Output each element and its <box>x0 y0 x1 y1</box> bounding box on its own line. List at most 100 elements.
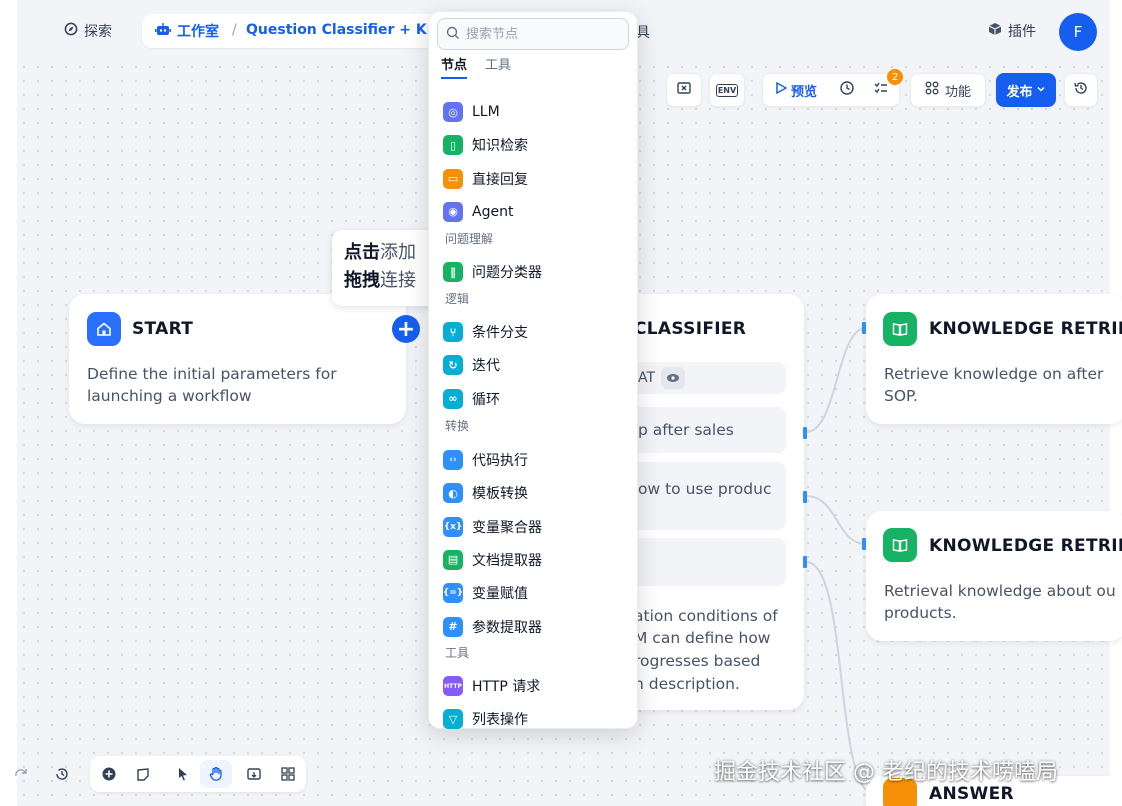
agent-icon: ◉ <box>443 201 463 222</box>
code-icon: ‹› <box>443 450 463 470</box>
knowledge-1-title: KNOWLEDGE RETRIE <box>929 319 1122 339</box>
features-button[interactable]: 功能 <box>910 73 986 107</box>
export-image-icon[interactable] <box>245 765 263 783</box>
checklist-icon[interactable] <box>873 80 889 100</box>
node-option-param-extractor[interactable]: # 参数提取器 <box>443 615 633 639</box>
version-history-button[interactable] <box>1064 73 1098 107</box>
param-extractor-icon: # <box>443 616 463 637</box>
node-option-label: 模板转换 <box>472 486 528 503</box>
preview-button[interactable]: 预览 <box>791 81 817 100</box>
organize-blocks-icon[interactable] <box>279 765 297 783</box>
list-op-icon: ▽ <box>443 709 463 730</box>
class-2-text: ow to use produc <box>638 480 772 498</box>
tooltip-click-bold: 点击 <box>344 242 380 263</box>
node-option-label: 条件分支 <box>472 325 528 341</box>
classifier-node-title: CLASSIFIER <box>634 319 747 339</box>
nav-plugins-label: 插件 <box>1008 24 1036 40</box>
class-1-handle[interactable] <box>803 427 807 439</box>
nav-plugins[interactable]: 插件 <box>988 20 1036 42</box>
search-box[interactable] <box>437 18 629 50</box>
nav-studio[interactable]: 工作室 <box>155 20 219 42</box>
node-option-assign[interactable]: {=} 变量赋值 <box>443 581 633 605</box>
knowledge-2-desc-line1: Retrieval knowledge about ou <box>884 582 1116 600</box>
class-2-handle[interactable] <box>803 491 807 503</box>
node-option-label: 列表操作 <box>472 712 528 729</box>
start-node-desc-line2: launching a workflow <box>87 387 252 405</box>
history-icon <box>1073 80 1089 100</box>
search-input[interactable] <box>466 26 616 42</box>
node-option-label: 文档提取器 <box>472 552 542 569</box>
iteration-icon: ↻ <box>443 355 463 376</box>
http-icon: HTTP <box>443 676 463 696</box>
eye-icon <box>661 367 686 389</box>
nav-tools-partial[interactable]: 具 <box>636 22 650 42</box>
node-option-classifier[interactable]: ∥ 问题分类器 <box>443 260 633 284</box>
node-option-http[interactable]: HTTP HTTP 请求 <box>443 674 633 698</box>
node-option-doc-extractor[interactable]: ▤ 文档提取器 <box>443 548 633 572</box>
knowledge-retrieval-node-1[interactable]: KNOWLEDGE RETRIE Retrieve knowledge on a… <box>866 294 1122 424</box>
node-option-template[interactable]: ◐ 模板转换 <box>443 481 633 505</box>
node-option-iteration[interactable]: ↻ 迭代 <box>443 353 633 377</box>
class-3-handle[interactable] <box>803 556 807 568</box>
node-option-knowledge[interactable]: ▯ 知识检索 <box>443 133 633 157</box>
env-label: ENV <box>715 83 739 97</box>
add-note-icon[interactable] <box>134 765 152 783</box>
loop-icon: ∞ <box>443 388 463 409</box>
checklist-count-badge: 2 <box>887 69 903 85</box>
branch-icon: ⑂ <box>443 322 463 342</box>
knowledge-2-desc-line2: products. <box>884 604 957 622</box>
variable-chip-label: AT <box>638 370 656 386</box>
breadcrumb-separator: / <box>232 22 237 38</box>
node-option-label: 参数提取器 <box>472 619 542 636</box>
node-option-branch[interactable]: ⑂ 条件分支 <box>443 320 633 344</box>
plus-icon: + <box>396 316 416 342</box>
group-heading-understanding: 问题理解 <box>445 232 494 246</box>
app-name-breadcrumb[interactable]: Question Classifier + Kn... <box>246 22 453 38</box>
node-option-code[interactable]: ‹› 代码执行 <box>443 448 633 472</box>
node-option-label: 变量赋值 <box>472 586 528 603</box>
tab-nodes[interactable]: 节点 <box>441 54 468 79</box>
group-heading-transform: 转换 <box>445 419 470 433</box>
classifier-desc-line3: rogresses based <box>634 652 761 670</box>
node-option-list-op[interactable]: ▽ 列表操作 <box>443 707 633 731</box>
env-button[interactable]: ENV <box>709 73 745 107</box>
nav-explore-label: 探索 <box>84 24 112 40</box>
cube-icon <box>988 22 1002 40</box>
knowledge-2-target-handle[interactable] <box>862 538 866 550</box>
knowledge-1-desc-line1: Retrieve knowledge on after <box>884 365 1104 383</box>
knowledge-retrieval-node-2[interactable]: KNOWLEDGE RETRIE Retrieval knowledge abo… <box>866 511 1122 641</box>
nav-studio-label: 工作室 <box>177 24 219 40</box>
chevron-down-icon <box>1036 83 1046 98</box>
class-1-text: p after sales <box>638 421 734 439</box>
node-option-aggregator[interactable]: {x} 变量聚合器 <box>443 515 633 539</box>
pointer-icon[interactable] <box>174 765 192 783</box>
node-option-loop[interactable]: ∞ 循环 <box>443 387 633 411</box>
add-circle-icon[interactable] <box>100 765 118 783</box>
node-option-llm[interactable]: ◎ LLM <box>443 100 633 124</box>
start-node[interactable]: START Define the initial parameters for … <box>69 294 406 424</box>
node-option-label: 问题分类器 <box>472 265 542 281</box>
knowledge-1-target-handle[interactable] <box>862 322 866 334</box>
classifier-desc-line4: n description. <box>634 675 740 693</box>
hand-icon[interactable] <box>207 765 225 783</box>
user-avatar[interactable]: F <box>1059 13 1097 51</box>
features-label: 功能 <box>944 84 971 100</box>
book-icon <box>883 528 917 562</box>
add-node-button[interactable]: + <box>392 315 420 343</box>
tooltip-drag-bold: 拖拽 <box>344 270 380 291</box>
run-history-icon[interactable] <box>839 80 855 100</box>
publish-button[interactable]: 发布 <box>996 73 1056 107</box>
node-option-label: 变量聚合器 <box>472 519 542 536</box>
nav-explore[interactable]: 探索 <box>64 20 112 42</box>
close-preview-button[interactable] <box>666 73 702 107</box>
reply-icon: ▭ <box>443 168 463 189</box>
knowledge-1-desc-line2: SOP. <box>884 387 918 405</box>
node-option-label: HTTP 请求 <box>472 679 541 695</box>
compass-icon <box>64 22 78 40</box>
node-option-label: 循环 <box>472 391 500 408</box>
node-option-reply[interactable]: ▭ 直接回复 <box>443 167 633 191</box>
node-option-agent[interactable]: ◉ Agent <box>443 200 633 224</box>
tab-tools[interactable]: 工具 <box>485 54 511 73</box>
redo-icon[interactable] <box>12 765 30 783</box>
history-icon[interactable] <box>53 765 71 783</box>
